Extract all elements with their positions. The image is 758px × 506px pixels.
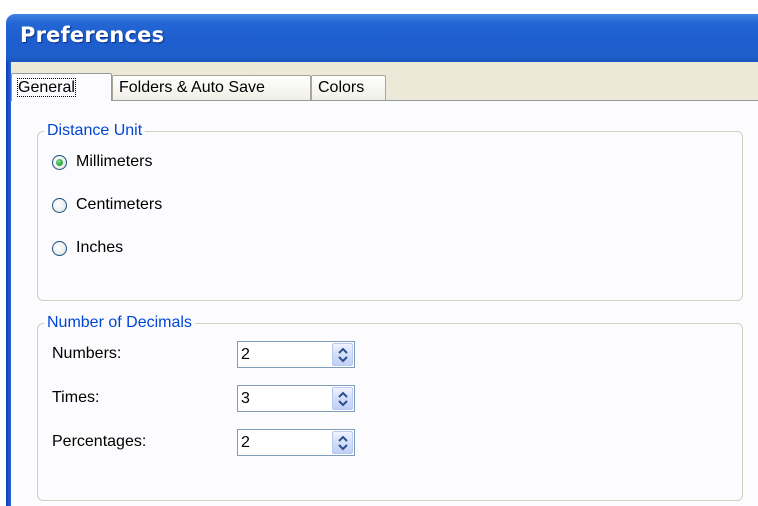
radio-millimeters[interactable]: Millimeters [52, 151, 152, 173]
times-value[interactable]: 3 [241, 388, 250, 409]
tab-folders-auto-save-label: Folders & Auto Save [119, 79, 265, 96]
preferences-window: Preferences General Folders & Auto Save … [0, 0, 758, 506]
percentages-label: Percentages: [52, 433, 147, 450]
radio-inches-label[interactable]: Inches [76, 239, 123, 257]
radio-millimeters-label[interactable]: Millimeters [76, 153, 152, 171]
radio-inches[interactable]: Inches [52, 237, 123, 259]
tab-general[interactable]: General [11, 73, 112, 101]
spin-up-down-icon[interactable] [332, 343, 353, 366]
distance-unit-group: Distance Unit Millimeters Centimeters In… [37, 121, 743, 301]
tab-colors[interactable]: Colors [311, 75, 386, 100]
numbers-label: Numbers: [52, 345, 122, 362]
tab-colors-label: Colors [318, 79, 365, 96]
number-of-decimals-legend: Number of Decimals [44, 313, 195, 333]
dialog-client-area: General Folders & Auto Save Colors Dista… [11, 62, 758, 506]
title-bar[interactable]: Preferences [6, 14, 758, 62]
spin-up-down-icon[interactable] [332, 387, 353, 410]
radio-unchecked-icon[interactable] [52, 197, 67, 213]
radio-checked-icon[interactable] [52, 154, 67, 170]
radio-centimeters-label[interactable]: Centimeters [76, 196, 162, 214]
tab-general-label: General [17, 78, 76, 97]
radio-unchecked-icon[interactable] [52, 240, 67, 256]
percentages-spinner[interactable]: 2 [237, 429, 355, 456]
distance-unit-legend: Distance Unit [44, 121, 146, 141]
numbers-value[interactable]: 2 [241, 344, 250, 365]
times-label: Times: [52, 389, 100, 406]
tab-page-general: Distance Unit Millimeters Centimeters In… [11, 100, 758, 506]
spin-up-down-icon[interactable] [332, 431, 353, 454]
tab-folders-auto-save[interactable]: Folders & Auto Save [112, 75, 311, 100]
times-spinner[interactable]: 3 [237, 385, 355, 412]
numbers-spinner[interactable]: 2 [237, 341, 355, 368]
percentages-value[interactable]: 2 [241, 432, 250, 453]
window-title: Preferences [20, 23, 165, 47]
radio-centimeters[interactable]: Centimeters [52, 194, 162, 216]
number-of-decimals-group: Number of Decimals Numbers: 2 Times: 3 P… [37, 313, 743, 501]
